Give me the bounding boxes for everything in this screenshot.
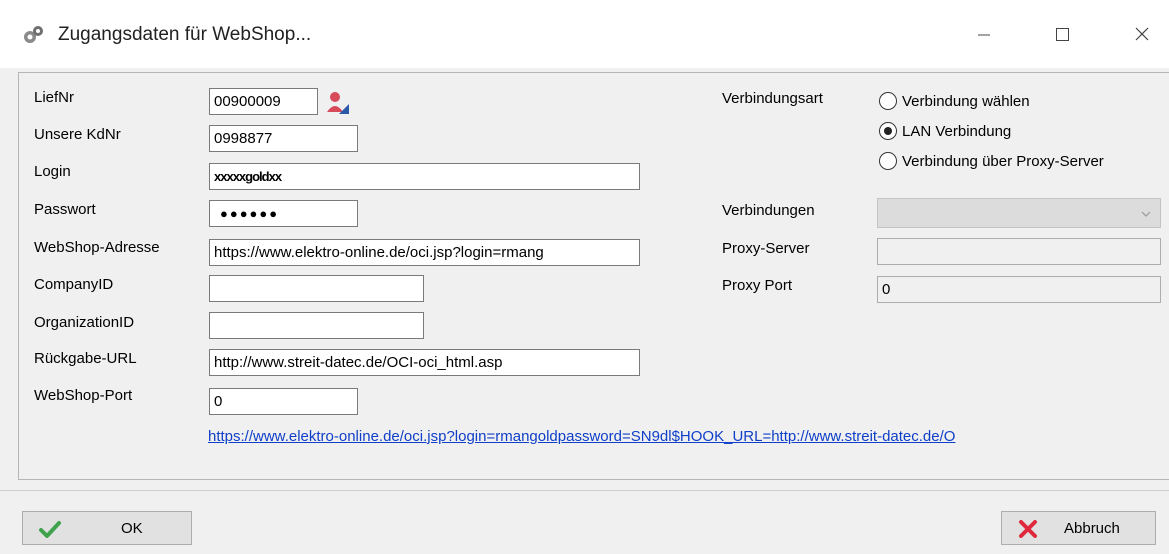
cancel-button[interactable]: Abbruch [1001, 511, 1156, 545]
radio-circle-selected [879, 122, 897, 140]
kdnr-label: Unsere KdNr [34, 126, 121, 143]
liefnr-label: LiefNr [34, 89, 75, 106]
cancel-label: Abbruch [1064, 519, 1120, 537]
webshop-port-label: WebShop-Port [34, 387, 133, 404]
supplier-lookup-icon[interactable] [325, 90, 351, 116]
radio-verbindung-waehlen[interactable]: Verbindung wählen [879, 92, 1030, 110]
maximize-button[interactable] [1042, 18, 1082, 50]
radio-label: Verbindung wählen [902, 92, 1030, 110]
organizationid-label: OrganizationID [34, 314, 135, 331]
chevron-down-icon [1140, 207, 1152, 225]
rueckgabe-url-label: Rückgabe-URL [34, 350, 137, 367]
divider [0, 490, 1169, 491]
window-title: Zugangsdaten für WebShop... [58, 24, 312, 45]
radio-label: Verbindung über Proxy-Server [902, 152, 1104, 170]
webshop-adresse-label: WebShop-Adresse [34, 239, 160, 256]
passwort-label: Passwort [34, 201, 96, 218]
companyid-field[interactable] [209, 275, 424, 302]
minimize-button[interactable] [964, 18, 1004, 50]
cross-icon [1016, 518, 1040, 544]
proxy-port-field[interactable]: 0 [877, 276, 1161, 303]
proxy-port-label: Proxy Port [722, 277, 793, 294]
verbindungen-dropdown[interactable] [877, 198, 1161, 228]
companyid-label: CompanyID [34, 276, 114, 293]
title-bar: Zugangsdaten für WebShop... [0, 0, 1169, 68]
webshop-port-field[interactable]: 0 [209, 388, 358, 415]
ok-button[interactable]: OK [22, 511, 192, 545]
close-button[interactable] [1122, 18, 1162, 50]
proxy-server-label: Proxy-Server [722, 240, 810, 257]
verbindungen-label: Verbindungen [722, 202, 815, 219]
gear-icon [22, 24, 44, 46]
webshop-url-link[interactable]: https://www.elektro-online.de/oci.jsp?lo… [208, 428, 955, 445]
liefnr-field[interactable]: 00900009 [209, 88, 318, 115]
checkmark-icon [37, 518, 63, 544]
organizationid-field[interactable] [209, 312, 424, 339]
radio-circle [879, 152, 897, 170]
verbindungsart-label: Verbindungsart [722, 90, 823, 107]
ok-label: OK [121, 519, 143, 537]
return-url-field[interactable]: http://www.streit-datec.de/OCI-oci_html.… [209, 349, 640, 376]
password-field[interactable]: ●●●●●● [209, 200, 358, 227]
login-label: Login [34, 163, 71, 180]
proxy-server-field[interactable] [877, 238, 1161, 265]
login-field[interactable]: xxxxxgoldxx [209, 163, 640, 190]
radio-label: LAN Verbindung [902, 122, 1012, 140]
webshop-address-field[interactable]: https://www.elektro-online.de/oci.jsp?lo… [209, 239, 640, 266]
radio-proxy-server[interactable]: Verbindung über Proxy-Server [879, 152, 1104, 170]
radio-circle [879, 92, 897, 110]
kdnr-field[interactable]: 0998877 [209, 125, 358, 152]
radio-lan-verbindung[interactable]: LAN Verbindung [879, 122, 1011, 140]
